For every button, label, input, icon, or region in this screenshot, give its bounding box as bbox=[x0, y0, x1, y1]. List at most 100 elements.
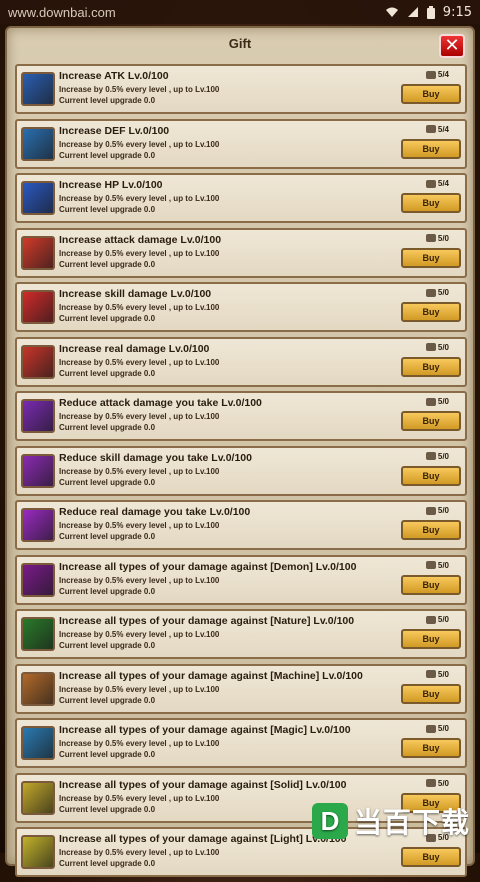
gift-row-cost: 5/0 bbox=[425, 233, 449, 243]
buy-button[interactable]: Buy bbox=[401, 574, 461, 595]
gift-row-cost-value: 5/4 bbox=[437, 179, 449, 188]
gift-row-title: Reduce skill damage you take Lv.0/100 bbox=[59, 451, 252, 464]
def-icon bbox=[21, 126, 55, 161]
skill-damage-icon bbox=[21, 290, 55, 324]
reduce-attack-icon bbox=[21, 399, 55, 433]
gift-row-cost: 5/0 bbox=[425, 343, 449, 352]
gift-row-current-level: Current level upgrade 0.0 bbox=[59, 586, 156, 596]
scroll-icon bbox=[425, 561, 436, 569]
gift-row-description: Increase by 0.5% every level , up to Lv.… bbox=[59, 303, 220, 312]
gift-row-current-level: Current level upgrade 0.0 bbox=[59, 423, 156, 432]
gift-row-cost: 5/4 bbox=[425, 70, 449, 79]
buy-button[interactable]: Buy bbox=[401, 302, 461, 322]
gift-row-description: Increase by 0.5% every level , up to Lv.… bbox=[59, 139, 220, 149]
real-damage-icon bbox=[21, 344, 55, 379]
watermark: D 当百下载 bbox=[311, 801, 470, 841]
gift-row-title: Increase all types of your damage agains… bbox=[59, 778, 347, 791]
scroll-icon bbox=[425, 452, 436, 460]
gift-row-description: Increase by 0.5% every level , up to Lv.… bbox=[59, 630, 220, 639]
close-button[interactable]: ✕ bbox=[439, 34, 465, 58]
buy-button[interactable]: Buy bbox=[401, 683, 461, 704]
buy-button[interactable]: Buy bbox=[401, 738, 461, 758]
gift-row-title: Increase all types of your damage agains… bbox=[59, 669, 363, 682]
gift-row-cost: 5/0 bbox=[425, 506, 449, 515]
gift-row-cost: 5/0 bbox=[425, 778, 449, 788]
buy-button[interactable]: Buy bbox=[401, 356, 461, 377]
wifi-icon bbox=[385, 7, 398, 17]
gift-list: Increase ATK Lv.0/100 Increase by 0.5% ev… bbox=[15, 64, 467, 882]
status-right: 9:15 bbox=[385, 5, 472, 20]
scroll-icon bbox=[425, 125, 436, 133]
buy-button[interactable]: Buy bbox=[401, 847, 461, 867]
gift-row-title: Increase all types of your damage agains… bbox=[59, 560, 357, 573]
gift-row-description: Increase by 0.5% every level , up to Lv.… bbox=[59, 248, 220, 258]
scroll-icon bbox=[425, 288, 436, 297]
gift-row-cost-value: 5/0 bbox=[437, 233, 449, 243]
gift-row-current-level: Current level upgrade 0.0 bbox=[59, 205, 156, 214]
gift-row: Increase attack damage Lv.0/100 Increase … bbox=[15, 227, 467, 278]
hp-icon bbox=[21, 181, 55, 215]
gift-row-title: Increase ATK Lv.0/100 bbox=[59, 70, 169, 82]
gift-row-cost: 5/0 bbox=[425, 561, 449, 570]
scroll-icon bbox=[425, 506, 436, 515]
gift-row-title: Increase HP Lv.0/100 bbox=[59, 179, 163, 191]
gift-row-title: Increase attack damage Lv.0/100 bbox=[59, 233, 222, 246]
gift-row-description: Increase by 0.5% every level , up to Lv.… bbox=[59, 194, 220, 203]
scroll-icon bbox=[425, 397, 436, 406]
gift-row-cost-value: 5/0 bbox=[437, 669, 449, 679]
gift-row-description: Increase by 0.5% every level , up to Lv.… bbox=[59, 466, 220, 476]
scroll-icon bbox=[425, 234, 436, 242]
gift-row: Reduce skill damage you take Lv.0/100 Inc… bbox=[15, 445, 467, 496]
magic-icon bbox=[21, 726, 55, 760]
gift-row-current-level: Current level upgrade 0.0 bbox=[59, 532, 156, 541]
scroll-icon bbox=[425, 70, 436, 79]
gift-row-description: Increase by 0.5% every level , up to Lv.… bbox=[59, 521, 220, 530]
buy-button[interactable]: Buy bbox=[401, 520, 461, 540]
scroll-icon bbox=[425, 179, 436, 188]
status-left: www.downbai.com bbox=[8, 5, 116, 20]
scroll-icon bbox=[425, 779, 436, 787]
gift-row-cost: 5/4 bbox=[425, 125, 449, 134]
gift-row-current-level: Current level upgrade 0.0 bbox=[59, 750, 156, 759]
gift-row: Increase all types of your damage agains… bbox=[15, 609, 467, 659]
gift-row-cost-value: 5/0 bbox=[437, 778, 449, 788]
gift-row-cost: 5/4 bbox=[425, 179, 449, 188]
buy-button[interactable]: Buy bbox=[401, 193, 461, 213]
gift-row-current-level: Current level upgrade 0.0 bbox=[59, 477, 156, 487]
gift-row: Increase all types of your damage agains… bbox=[15, 663, 467, 714]
scroll-icon bbox=[425, 724, 436, 733]
gift-row-description: Increase by 0.5% every level , up to Lv.… bbox=[59, 793, 220, 803]
gift-row-description: Increase by 0.5% every level , up to Lv.… bbox=[59, 739, 220, 748]
buy-button[interactable]: Buy bbox=[401, 629, 461, 649]
buy-button[interactable]: Buy bbox=[401, 247, 461, 268]
signal-icon bbox=[407, 7, 418, 17]
gift-row-title: Increase real damage Lv.0/100 bbox=[59, 342, 210, 355]
buy-button[interactable]: Buy bbox=[401, 84, 461, 104]
buy-button[interactable]: Buy bbox=[401, 465, 461, 486]
reduce-real-icon bbox=[21, 508, 55, 542]
panel-title: Gift bbox=[228, 36, 252, 51]
buy-button[interactable]: Buy bbox=[401, 138, 461, 159]
gift-row-description: Increase by 0.5% every level , up to Lv.… bbox=[59, 684, 220, 694]
gift-row-cost-value: 5/0 bbox=[437, 451, 449, 461]
gift-row-description: Increase by 0.5% every level , up to Lv.… bbox=[59, 575, 220, 585]
gift-row-cost: 5/0 bbox=[425, 397, 449, 406]
gift-row-current-level: Current level upgrade 0.0 bbox=[59, 641, 156, 650]
gift-row-cost: 5/0 bbox=[425, 288, 449, 297]
gift-row: Increase HP Lv.0/100 Increase by 0.5% eve… bbox=[15, 173, 467, 223]
gift-row-description: Increase by 0.5% every level , up to Lv.… bbox=[59, 412, 220, 421]
buy-button[interactable]: Buy bbox=[401, 411, 461, 431]
gift-row-current-level: Current level upgrade 0.0 bbox=[59, 695, 156, 705]
gift-row: Increase all types of your damage agains… bbox=[15, 718, 467, 768]
atk-icon bbox=[21, 72, 55, 106]
gift-row-current-level: Current level upgrade 0.0 bbox=[59, 314, 156, 323]
light-icon bbox=[21, 835, 55, 869]
gift-row-cost-value: 5/0 bbox=[437, 506, 449, 515]
gift-row-title: Increase skill damage Lv.0/100 bbox=[59, 288, 212, 300]
scroll-icon bbox=[425, 670, 436, 678]
scroll-icon bbox=[425, 343, 436, 351]
scroll-icon bbox=[425, 615, 436, 624]
gift-row-description: Increase by 0.5% every level , up to Lv.… bbox=[59, 357, 220, 367]
watermark-logo-icon: D bbox=[311, 803, 348, 839]
gift-row-title: Increase DEF Lv.0/100 bbox=[59, 124, 170, 137]
